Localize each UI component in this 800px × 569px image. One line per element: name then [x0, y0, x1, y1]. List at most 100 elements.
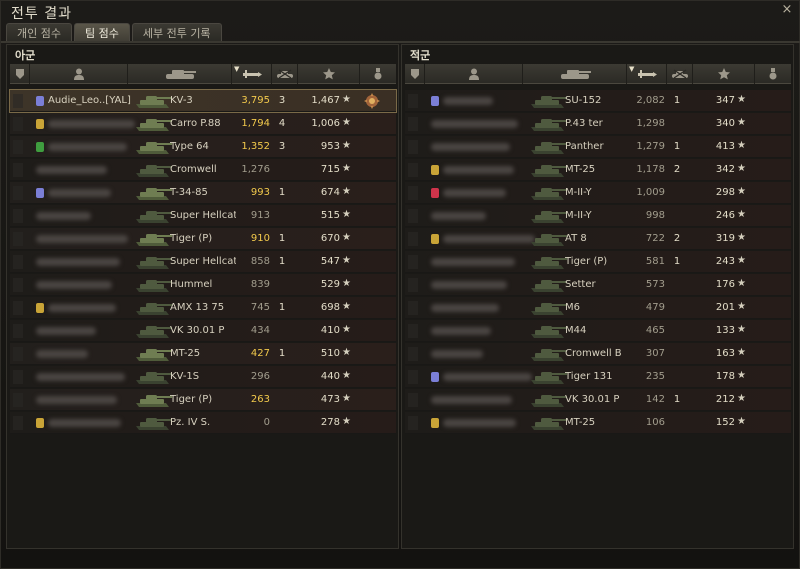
tank-icon [134, 160, 174, 180]
medal-icon[interactable] [364, 93, 380, 109]
tank-icon [134, 298, 174, 318]
table-row[interactable]: Panther 1,279 1 413 ★ [405, 136, 791, 158]
table-row[interactable]: Super Hellcat 913 515 ★ [10, 205, 396, 227]
battle-results-window: 전투 결과 × 개인 점수 팀 점수 세부 전투 기록 아군 ▼ Audie_L… [0, 0, 800, 569]
tank-icon [529, 321, 569, 341]
table-row[interactable]: MT-25 427 1 510 ★ [10, 343, 396, 365]
platoon-slot [408, 301, 418, 315]
table-row[interactable]: Cromwell 1,276 715 ★ [10, 159, 396, 181]
damage-value: 573 [645, 279, 665, 290]
table-row[interactable]: Tiger (P) 910 1 670 ★ [10, 228, 396, 250]
damage-icon[interactable]: ▼ [232, 64, 272, 84]
medal-icon[interactable] [755, 64, 791, 84]
table-row[interactable]: Tiger 131 235 178 ★ [405, 366, 791, 388]
player-icon[interactable] [30, 64, 128, 84]
platoon-slot [408, 94, 418, 108]
table-row[interactable]: Pz. IV S. 0 278 ★ [10, 412, 396, 434]
platoon-icon[interactable] [405, 64, 425, 84]
table-row[interactable]: Tiger (P) 263 473 ★ [10, 389, 396, 411]
xp-value: 163 [715, 348, 735, 359]
platoon-slot [13, 416, 23, 430]
table-row[interactable]: VK 30.01 P 434 410 ★ [10, 320, 396, 342]
tank-name: Tiger (P) [565, 256, 608, 267]
table-row[interactable]: AT 8 722 2 319 ★ [405, 228, 791, 250]
player-icon[interactable] [425, 64, 523, 84]
platoon-slot [13, 393, 23, 407]
table-row[interactable]: Tiger (P) 581 1 243 ★ [405, 251, 791, 273]
xp-value: 176 [715, 279, 735, 290]
table-row[interactable]: Cromwell B 307 163 ★ [405, 343, 791, 365]
table-row[interactable]: AMX 13 75 745 1 698 ★ [10, 297, 396, 319]
table-row[interactable]: KV-1S 296 440 ★ [10, 366, 396, 388]
table-row[interactable]: M6 479 201 ★ [405, 297, 791, 319]
table-row[interactable]: Super Hellcat 858 1 547 ★ [10, 251, 396, 273]
tank-name: Panther [565, 141, 604, 152]
star-icon: ★ [737, 347, 746, 358]
damage-value: 1,279 [636, 141, 665, 152]
star-icon: ★ [342, 255, 351, 266]
tank-icon [134, 229, 174, 249]
platoon-slot [13, 255, 23, 269]
tank-name: M-II-Y [565, 187, 592, 198]
table-row[interactable]: Setter 573 176 ★ [405, 274, 791, 296]
table-row[interactable]: Hummel 839 529 ★ [10, 274, 396, 296]
table-row[interactable]: Carro P.88 1,794 4 1,006 ★ [10, 113, 396, 135]
xp-value: 201 [715, 302, 735, 313]
player-name-redacted [431, 281, 507, 289]
frags-icon[interactable] [272, 64, 298, 84]
player-name-redacted [443, 166, 514, 174]
platoon-icon[interactable] [10, 64, 30, 84]
table-row[interactable]: SU-152 2,082 1 347 ★ [405, 90, 791, 112]
star-icon: ★ [342, 347, 351, 358]
tank-icon [134, 137, 174, 157]
damage-value: 1,794 [241, 118, 270, 129]
platoon-slot [13, 140, 23, 154]
medal-icon[interactable] [360, 64, 396, 84]
star-icon: ★ [737, 370, 746, 381]
platoon-slot [13, 324, 23, 338]
table-row[interactable]: M44 465 133 ★ [405, 320, 791, 342]
damage-icon[interactable]: ▼ [627, 64, 667, 84]
tank-icon[interactable] [128, 64, 232, 84]
table-row[interactable]: T-34-85 993 1 674 ★ [10, 182, 396, 204]
tank-icon [134, 91, 174, 111]
table-row[interactable]: Audie_Leo..[YAL] KV-3 3,795 3 1,467 ★ [9, 89, 397, 113]
xp-value: 510 [320, 348, 340, 359]
tab-personal-score[interactable]: 개인 점수 [6, 23, 72, 42]
tank-icon[interactable] [523, 64, 627, 84]
star-icon: ★ [737, 186, 746, 197]
kills-value: 4 [278, 118, 286, 129]
star-icon: ★ [737, 324, 746, 335]
tank-name: Super Hellcat [170, 210, 236, 221]
platoon-slot [13, 209, 23, 223]
table-row[interactable]: MT-25 1,178 2 342 ★ [405, 159, 791, 181]
close-icon[interactable]: × [779, 2, 795, 18]
damage-value: 722 [645, 233, 665, 244]
star-icon: ★ [342, 324, 351, 335]
tab-team-score[interactable]: 팀 점수 [73, 23, 130, 42]
kills-value: 1 [673, 394, 681, 405]
damage-value: 296 [250, 371, 270, 382]
table-row[interactable]: M-II-Y 1,009 298 ★ [405, 182, 791, 204]
allies-team-label: 아군 [15, 49, 36, 62]
tab-detailed-log[interactable]: 세부 전투 기록 [131, 23, 222, 42]
table-row[interactable]: Type 64 1,352 3 953 ★ [10, 136, 396, 158]
clan-badge-icon [36, 303, 44, 313]
table-row[interactable]: P.43 ter 1,298 340 ★ [405, 113, 791, 135]
table-row[interactable]: VK 30.01 P 142 1 212 ★ [405, 389, 791, 411]
table-row[interactable]: M-II-Y 998 246 ★ [405, 205, 791, 227]
platoon-slot [13, 347, 23, 361]
xp-star-icon[interactable] [693, 64, 755, 84]
player-name-redacted [431, 327, 491, 335]
damage-value: 910 [250, 233, 270, 244]
window-title: 전투 결과 [11, 6, 72, 22]
xp-star-icon[interactable] [298, 64, 360, 84]
tank-icon [134, 344, 174, 364]
platoon-slot [13, 163, 23, 177]
xp-value: 547 [320, 256, 340, 267]
frags-icon[interactable] [667, 64, 693, 84]
tank-name: MT-25 [170, 348, 201, 359]
table-row[interactable]: MT-25 106 152 ★ [405, 412, 791, 434]
platoon-slot [13, 117, 23, 131]
star-icon: ★ [342, 94, 351, 105]
